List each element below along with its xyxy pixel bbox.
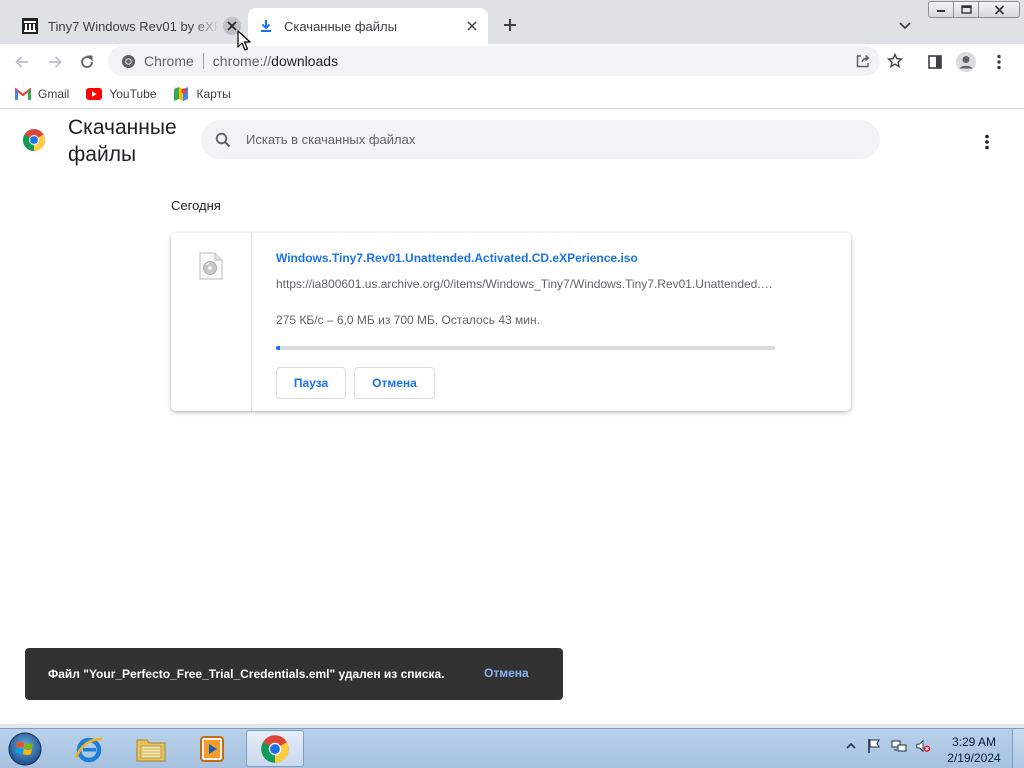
clock-time: 3:29 AM <box>951 735 997 749</box>
taskbar-chrome[interactable] <box>246 730 304 767</box>
back-arrow-icon[interactable] <box>8 48 36 76</box>
bookmark-youtube[interactable]: YouTube <box>85 86 157 102</box>
tab-tiny7[interactable]: Tiny7 Windows Rev01 by eXPerience <box>12 8 248 44</box>
chrome-icon <box>120 53 136 69</box>
omnibox-url-path: downloads <box>271 53 339 69</box>
search-input[interactable] <box>246 132 826 147</box>
side-panel-icon[interactable] <box>921 48 949 76</box>
taskbar-internet-explorer[interactable] <box>60 730 118 767</box>
toast-message: Файл "Your_Perfecto_Free_Trial_Credentia… <box>48 667 445 681</box>
omnibox-url-scheme: chrome:// <box>212 53 272 69</box>
cancel-button[interactable]: Отмена <box>354 367 435 399</box>
more-menu-icon[interactable] <box>985 48 1013 76</box>
progress-fill <box>276 346 281 350</box>
download-item: Windows.Tiny7.Rev01.Unattended.Activated… <box>171 233 851 411</box>
bookmark-maps[interactable]: Карты <box>173 86 231 102</box>
download-icon-column <box>171 233 252 411</box>
maps-icon <box>173 86 190 102</box>
section-date-heading: Сегодня <box>171 198 221 213</box>
bookmark-label: YouTube <box>109 86 157 101</box>
windows-taskbar: 3:29 AM 2/19/2024 <box>0 728 1024 768</box>
windows-orb-icon <box>8 732 42 766</box>
tab-title: Скачанные файлы <box>284 18 397 34</box>
chevron-down-icon[interactable] <box>896 17 914 35</box>
browser-toolbar: Chrome chrome://downloads <box>0 44 1024 79</box>
address-bar[interactable]: Chrome chrome://downloads <box>108 46 903 76</box>
source-url[interactable]: https://ia800601.us.archive.org/0/items/… <box>276 277 776 291</box>
tab-title: Tiny7 Windows Rev01 by eXPerience <box>48 18 219 34</box>
removed-toast: Файл "Your_Perfecto_Free_Trial_Credentia… <box>25 648 563 700</box>
profile-avatar-icon[interactable] <box>952 48 980 76</box>
maximize-icon[interactable] <box>953 1 979 18</box>
file-name-link[interactable]: Windows.Tiny7.Rev01.Unattended.Activated… <box>276 251 638 265</box>
forward-arrow-icon[interactable] <box>41 48 69 76</box>
network-icon[interactable] <box>891 738 907 754</box>
bookmark-gmail[interactable]: Gmail <box>14 86 69 102</box>
page-title: Скачанные файлы <box>68 116 177 166</box>
download-icon <box>258 18 274 34</box>
omnibox-chip: Chrome <box>144 53 194 69</box>
toast-undo-button[interactable]: Отмена <box>484 666 529 680</box>
bookmark-label: Gmail <box>38 86 70 101</box>
show-desktop-button[interactable] <box>1012 729 1024 768</box>
taskbar-media-player[interactable] <box>184 730 242 767</box>
new-tab-icon[interactable] <box>500 15 520 35</box>
omnibox-separator <box>202 53 204 69</box>
gmail-icon <box>14 86 31 102</box>
archive-org-icon <box>22 18 38 34</box>
system-clock[interactable]: 3:29 AM 2/19/2024 <box>944 734 1004 766</box>
bookmarks-bar: Gmail YouTube Карты <box>0 79 1024 109</box>
download-progress-bar <box>276 346 775 350</box>
reload-icon[interactable] <box>73 48 101 76</box>
window-close-icon[interactable] <box>978 1 1020 18</box>
file-explorer-icon <box>136 739 166 761</box>
disc-image-file-icon <box>199 252 223 280</box>
media-player-icon <box>200 735 224 762</box>
pause-button[interactable]: Пауза <box>276 367 346 399</box>
action-center-flag-icon[interactable] <box>866 738 882 754</box>
tab-downloads[interactable]: Скачанные файлы <box>248 8 488 44</box>
bookmark-star-icon[interactable] <box>885 51 905 71</box>
close-tab-icon[interactable] <box>223 17 241 35</box>
youtube-icon <box>85 86 102 102</box>
start-button[interactable] <box>4 730 46 768</box>
show-hidden-icons-icon[interactable] <box>843 738 859 754</box>
close-tab-icon[interactable] <box>463 17 481 35</box>
more-actions-icon[interactable] <box>975 130 999 154</box>
downloads-page: Скачанные файлы Сегодня Windows.Tiny7.Re… <box>0 110 1024 727</box>
chrome-icon <box>261 734 289 763</box>
download-status: 275 КБ/с – 6,0 МБ из 700 МБ, Осталось 43… <box>276 313 540 327</box>
bookmark-label: Карты <box>196 86 231 101</box>
tab-strip: Tiny7 Windows Rev01 by eXPerience Скачан… <box>0 0 1024 44</box>
volume-muted-icon[interactable] <box>915 738 931 754</box>
chrome-logo-icon <box>22 128 46 152</box>
internet-explorer-icon <box>74 737 103 762</box>
share-icon[interactable] <box>853 51 873 71</box>
downloads-search[interactable] <box>201 120 880 159</box>
minimize-icon[interactable] <box>928 1 954 18</box>
clock-date: 2/19/2024 <box>947 751 1001 765</box>
search-icon <box>214 131 232 149</box>
taskbar-file-explorer[interactable] <box>122 730 180 767</box>
omnibox-url: chrome://downloads <box>213 53 338 69</box>
